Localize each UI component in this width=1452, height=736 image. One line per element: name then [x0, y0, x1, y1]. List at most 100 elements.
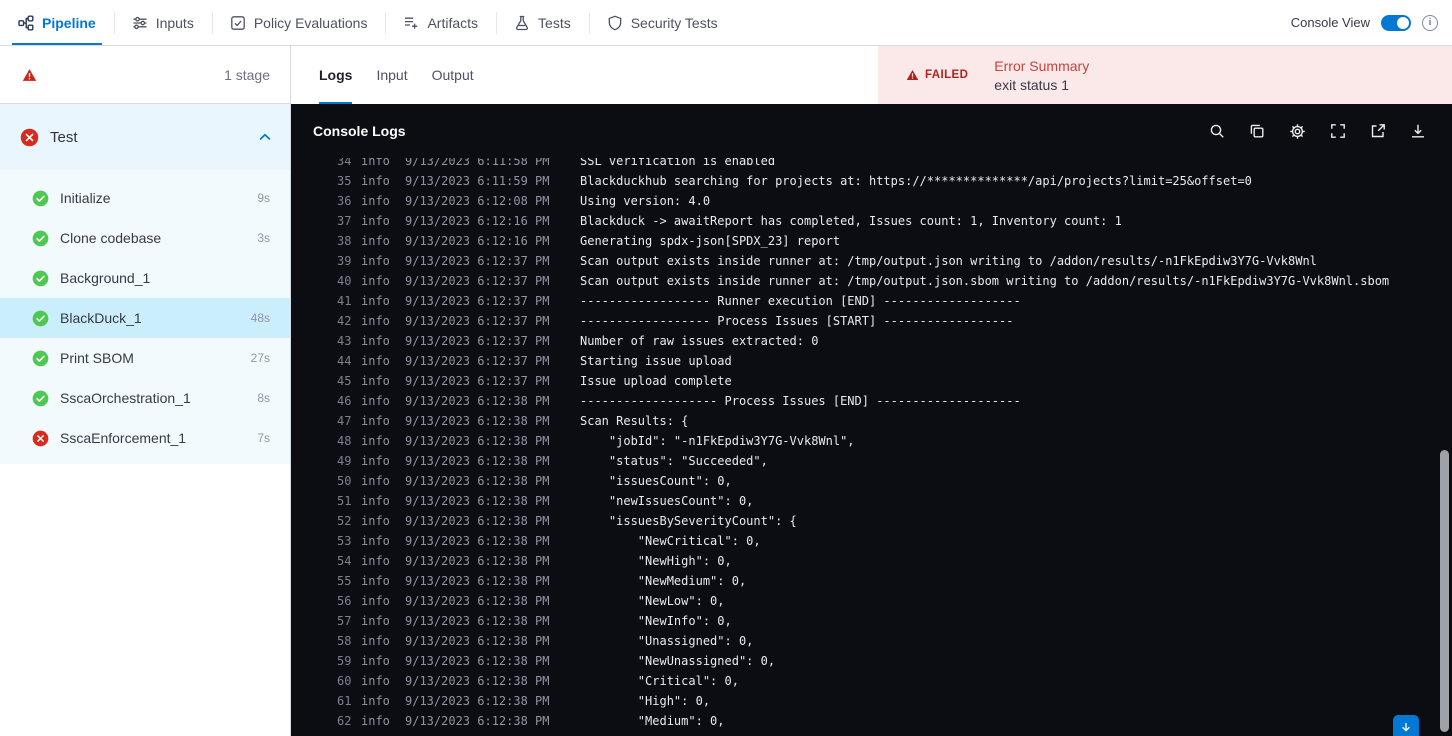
tab-security-tests[interactable]: Security Tests [588, 0, 736, 45]
info-icon[interactable]: i [1422, 14, 1438, 31]
scroll-to-bottom-button[interactable] [1393, 715, 1419, 736]
log-message: "Critical": 0, [580, 674, 739, 688]
log-message: Blackduckhub searching for projects at: … [580, 174, 1252, 188]
error-summary: FAILED Error Summary exit status 1 [878, 46, 1452, 104]
console-actions [1209, 123, 1426, 140]
log-line-43: 43 info 9/13/2023 6:12:37 PM Number of raw … [291, 331, 1452, 351]
check-circle-icon [32, 190, 49, 207]
log-timestamp: 9/13/2023 6:12:38 PM [405, 394, 550, 408]
content-area: 1 stage Test Initialize 9s Clone codebase 3… [0, 46, 1452, 736]
tab-input[interactable]: Input [376, 46, 407, 104]
log-level: info [361, 334, 390, 348]
log-body: 34 info 9/13/2023 6:11:58 PM SSL verificati… [291, 158, 1452, 731]
log-message: "NewMedium": 0, [580, 574, 747, 588]
log-line-number: 36 [337, 194, 352, 208]
log-message: "Unassigned": 0, [580, 634, 754, 648]
log-message: ------------------- Process Issues [END]… [580, 394, 1021, 408]
step-sscaorchestration-1[interactable]: SscaOrchestration_1 8s [0, 378, 290, 418]
log-level: info [361, 374, 390, 388]
tab-tests[interactable]: Tests [496, 0, 589, 45]
log-level: info [361, 674, 390, 688]
x-circle-icon [32, 430, 49, 447]
log-line-number: 37 [337, 214, 352, 228]
tab-logs[interactable]: Logs [319, 46, 353, 104]
step-duration: 27s [250, 351, 270, 365]
log-line-41: 41 info 9/13/2023 6:12:37 PM --------------… [291, 291, 1452, 311]
step-name: SscaEnforcement_1 [60, 430, 187, 446]
check-circle-icon [32, 390, 49, 407]
security-tests-icon [607, 15, 623, 31]
settings-icon[interactable] [1289, 123, 1306, 140]
log-line-number: 46 [337, 394, 352, 408]
log-line-number: 44 [337, 354, 352, 368]
log-timestamp: 9/13/2023 6:12:38 PM [405, 574, 550, 588]
log-timestamp: 9/13/2023 6:12:38 PM [405, 614, 550, 628]
log-level: info [361, 514, 390, 528]
log-message: Issue upload complete [580, 374, 732, 388]
chevron-up-icon[interactable] [258, 130, 272, 144]
log-line-50: 50 info 9/13/2023 6:12:38 PM "issuesCount"… [291, 471, 1452, 491]
tab-artifacts[interactable]: Artifacts [385, 0, 496, 45]
step-name: Clone codebase [60, 230, 162, 246]
log-timestamp: 9/13/2023 6:12:37 PM [405, 294, 550, 308]
detail-tabs: Logs Input Output [291, 46, 474, 104]
log-timestamp: 9/13/2023 6:12:38 PM [405, 714, 550, 728]
log-level: info [361, 194, 390, 208]
x-circle-icon [20, 128, 39, 147]
step-sscaenforcement-1[interactable]: SscaEnforcement_1 7s [0, 418, 290, 458]
download-icon[interactable] [1410, 123, 1426, 139]
log-line-37: 37 info 9/13/2023 6:12:16 PM Blackduck -> a… [291, 211, 1452, 231]
log-timestamp: 9/13/2023 6:12:38 PM [405, 694, 550, 708]
log-line-number: 34 [337, 158, 352, 168]
step-initialize[interactable]: Initialize 9s [0, 178, 290, 218]
console-scrollbar[interactable] [1440, 450, 1449, 732]
step-name: Print SBOM [60, 350, 134, 366]
copy-icon[interactable] [1249, 123, 1265, 139]
log-line-number: 58 [337, 634, 352, 648]
log-line-number: 49 [337, 454, 352, 468]
step-list: Initialize 9s Clone codebase 3s Background_1… [0, 170, 290, 464]
log-line-55: 55 info 9/13/2023 6:12:38 PM "NewMedium": … [291, 571, 1452, 591]
log-timestamp: 9/13/2023 6:12:37 PM [405, 314, 550, 328]
tab-pipeline[interactable]: Pipeline [0, 0, 114, 45]
step-name: BlackDuck_1 [60, 310, 142, 326]
step-blackduck-1[interactable]: BlackDuck_1 48s [0, 298, 290, 338]
log-timestamp: 9/13/2023 6:12:38 PM [405, 674, 550, 688]
log-message: Blackduck -> awaitReport has completed, … [580, 214, 1122, 228]
log-line-52: 52 info 9/13/2023 6:12:38 PM "issuesBySeve… [291, 511, 1452, 531]
log-message: "issuesCount": 0, [580, 474, 732, 488]
open-in-new-icon[interactable] [1370, 123, 1386, 139]
search-icon[interactable] [1209, 123, 1225, 139]
log-level: info [361, 158, 390, 168]
log-level: info [361, 634, 390, 648]
log-line-46: 46 info 9/13/2023 6:12:38 PM --------------… [291, 391, 1452, 411]
log-line-54: 54 info 9/13/2023 6:12:38 PM "NewHigh": 0, [291, 551, 1452, 571]
log-line-61: 61 info 9/13/2023 6:12:38 PM "High": 0, [291, 691, 1452, 711]
log-viewport[interactable]: 34 info 9/13/2023 6:11:58 PM SSL verificati… [291, 158, 1452, 736]
tab-output[interactable]: Output [432, 46, 474, 104]
tab-inputs[interactable]: Inputs [113, 0, 212, 45]
log-level: info [361, 594, 390, 608]
log-timestamp: 9/13/2023 6:12:38 PM [405, 454, 550, 468]
log-level: info [361, 254, 390, 268]
log-line-49: 49 info 9/13/2023 6:12:38 PM "status": "Su… [291, 451, 1452, 471]
fullscreen-icon[interactable] [1330, 123, 1346, 139]
failed-badge: FAILED [906, 69, 968, 81]
log-timestamp: 9/13/2023 6:12:37 PM [405, 374, 550, 388]
check-circle-icon [32, 270, 49, 287]
log-line-58: 58 info 9/13/2023 6:12:38 PM "Unassigned":… [291, 631, 1452, 651]
log-timestamp: 9/13/2023 6:12:38 PM [405, 654, 550, 668]
log-line-number: 47 [337, 414, 352, 428]
console-view-toggle[interactable] [1381, 14, 1411, 31]
log-line-number: 62 [337, 714, 352, 728]
step-print-sbom[interactable]: Print SBOM 27s [0, 338, 290, 378]
step-background-1[interactable]: Background_1 [0, 258, 290, 298]
stage-header-test[interactable]: Test [0, 104, 290, 170]
log-message: "NewLow": 0, [580, 594, 725, 608]
tab-policy-evaluations[interactable]: Policy Evaluations [211, 0, 386, 45]
log-line-62: 62 info 9/13/2023 6:12:38 PM "Medium": 0, [291, 711, 1452, 731]
log-line-number: 59 [337, 654, 352, 668]
console-panel: Console Logs 34 info 9/13/2023 6:11:58 PM S… [291, 104, 1452, 736]
log-timestamp: 9/13/2023 6:12:37 PM [405, 354, 550, 368]
step-clone-codebase[interactable]: Clone codebase 3s [0, 218, 290, 258]
